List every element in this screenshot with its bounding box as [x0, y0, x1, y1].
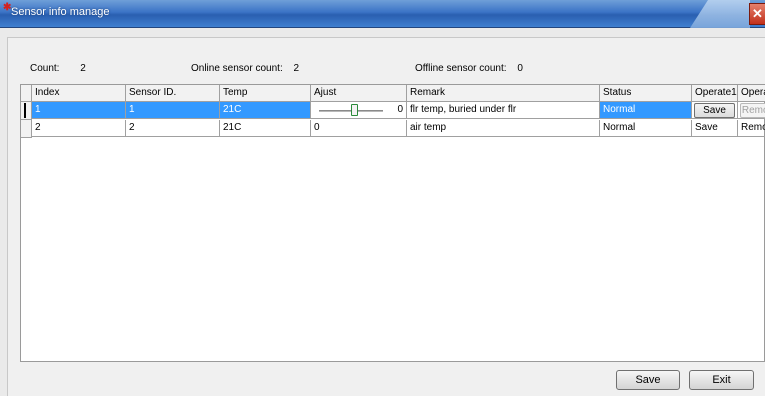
cell-status[interactable]: Normal [600, 102, 692, 119]
column-header-sensor-id[interactable]: Sensor ID. [126, 85, 220, 102]
table-header: Index Sensor ID. Temp Ajust Remark Statu… [21, 85, 765, 102]
column-header-operate2[interactable]: Operage2 [738, 85, 765, 102]
row-remove-link[interactable]: Remove [738, 120, 765, 137]
row-header[interactable] [21, 102, 32, 120]
row-save-link[interactable]: Save [692, 120, 738, 137]
row-header[interactable] [21, 120, 32, 138]
table-row[interactable]: 1 1 21C 0 flr temp, buried under flr Nor… [21, 102, 765, 120]
header-corner [21, 85, 32, 102]
cell-remark[interactable]: flr temp, buried under flr [407, 102, 600, 119]
close-button[interactable]: ✕ [749, 3, 765, 25]
offline-count-stat: Offline sensor count: 0 [415, 63, 523, 74]
online-count-stat: Online sensor count: 2 [191, 63, 299, 74]
cell-sensor-id[interactable]: 2 [126, 120, 220, 137]
window-title: Sensor info manage [11, 6, 110, 18]
count-label: Count: [30, 63, 60, 74]
cell-index[interactable]: 1 [32, 102, 126, 119]
cell-operate2: Remove [738, 102, 765, 119]
table-row[interactable]: 2 2 21C 0 air temp Normal Save Remove [21, 120, 765, 138]
adjust-slider-thumb[interactable] [350, 104, 358, 116]
row-save-button[interactable]: Save [694, 103, 735, 118]
cell-operate1: Save [692, 102, 738, 119]
offline-count-value: 0 [517, 63, 523, 74]
cell-temp[interactable]: 21C [220, 120, 311, 137]
column-header-adjust[interactable]: Ajust [311, 85, 407, 102]
current-row-marker [24, 103, 26, 118]
exit-button[interactable]: Exit [689, 370, 754, 390]
cell-adjust[interactable]: 0 [311, 120, 407, 137]
cell-temp[interactable]: 21C [220, 102, 311, 119]
cell-adjust[interactable]: 0 [311, 102, 407, 119]
cell-sensor-id[interactable]: 1 [126, 102, 220, 119]
sensor-table: Index Sensor ID. Temp Ajust Remark Statu… [20, 84, 765, 362]
column-header-operate1[interactable]: Operate1 [692, 85, 738, 102]
online-count-label: Online sensor count: [191, 63, 283, 74]
title-bar-decoration [690, 0, 750, 28]
column-header-status[interactable]: Status [600, 85, 692, 102]
count-stat: Count: 2 [30, 63, 86, 74]
cell-index[interactable]: 2 [32, 120, 126, 137]
online-count-value: 2 [293, 63, 300, 74]
column-header-index[interactable]: Index [32, 85, 126, 102]
offline-count-label: Offline sensor count: [415, 63, 507, 74]
save-button[interactable]: Save [616, 370, 680, 390]
column-header-temp[interactable]: Temp [220, 85, 311, 102]
adjust-slider-value: 0 [397, 104, 403, 115]
row-remove-button[interactable]: Remove [740, 103, 765, 118]
cell-status[interactable]: Normal [600, 120, 692, 137]
cell-remark[interactable]: air temp [407, 120, 600, 137]
count-value: 2 [80, 63, 86, 74]
title-bar: ✱ Sensor info manage ✕ [0, 0, 765, 28]
column-header-remark[interactable]: Remark [407, 85, 600, 102]
